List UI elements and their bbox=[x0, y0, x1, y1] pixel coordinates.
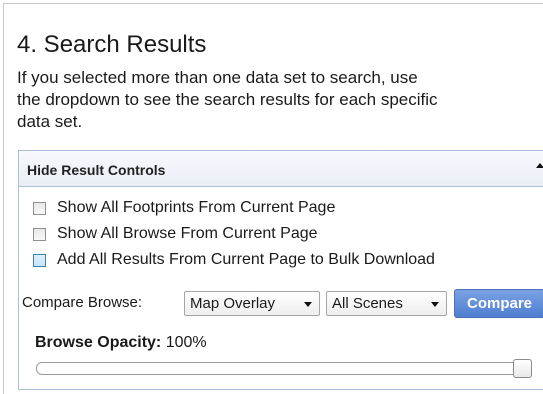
browse-opacity-title: Browse Opacity: bbox=[35, 334, 162, 351]
show-footprints-option[interactable]: Show All Footprints From Current Page bbox=[33, 198, 335, 218]
chevron-down-icon bbox=[304, 302, 312, 307]
browse-opacity-value: 100% bbox=[165, 334, 207, 351]
instructions-text: If you selected more than one data set t… bbox=[17, 67, 543, 133]
instructions-line: the dropdown to see the search results f… bbox=[17, 90, 438, 109]
show-browse-checkbox[interactable] bbox=[33, 227, 46, 241]
hide-result-controls-toggle[interactable]: Hide Result Controls bbox=[19, 151, 543, 187]
triangle-up-icon[interactable] bbox=[536, 163, 543, 168]
bulk-download-checkbox[interactable] bbox=[33, 253, 46, 267]
browse-opacity-slider[interactable] bbox=[36, 359, 532, 378]
scene-value: All Scenes bbox=[332, 295, 403, 312]
instructions-line: If you selected more than one data set t… bbox=[17, 68, 418, 87]
compare-button[interactable]: Compare bbox=[454, 289, 543, 318]
scene-select[interactable]: All Scenes bbox=[326, 291, 447, 316]
browse-opacity-fill bbox=[37, 363, 531, 374]
show-footprints-checkbox[interactable] bbox=[33, 201, 46, 215]
show-browse-label[interactable]: Show All Browse From Current Page bbox=[57, 224, 318, 244]
compare-browse-label: Compare Browse: bbox=[22, 294, 143, 311]
compare-browse-row: Compare Browse: Map Overlay All Scenes C… bbox=[22, 288, 543, 318]
bulk-download-option[interactable]: Add All Results From Current Page to Bul… bbox=[33, 250, 435, 270]
browse-opacity-handle[interactable] bbox=[512, 359, 532, 378]
bulk-download-label[interactable]: Add All Results From Current Page to Bul… bbox=[57, 250, 435, 270]
controls-header-label: Hide Result Controls bbox=[27, 162, 166, 178]
search-results-section: 4. Search Results If you selected more t… bbox=[3, 3, 543, 394]
browse-mode-value: Map Overlay bbox=[190, 295, 276, 312]
chevron-down-icon bbox=[431, 302, 439, 307]
browse-opacity-label: Browse Opacity: 100% bbox=[35, 334, 207, 352]
result-controls-panel: Hide Result Controls Show All Footprints… bbox=[18, 150, 543, 390]
show-footprints-label[interactable]: Show All Footprints From Current Page bbox=[57, 198, 335, 218]
section-title: 4. Search Results bbox=[17, 31, 207, 58]
show-browse-option[interactable]: Show All Browse From Current Page bbox=[33, 224, 318, 244]
instructions-line: data set. bbox=[17, 112, 83, 131]
browse-mode-select[interactable]: Map Overlay bbox=[184, 291, 320, 316]
